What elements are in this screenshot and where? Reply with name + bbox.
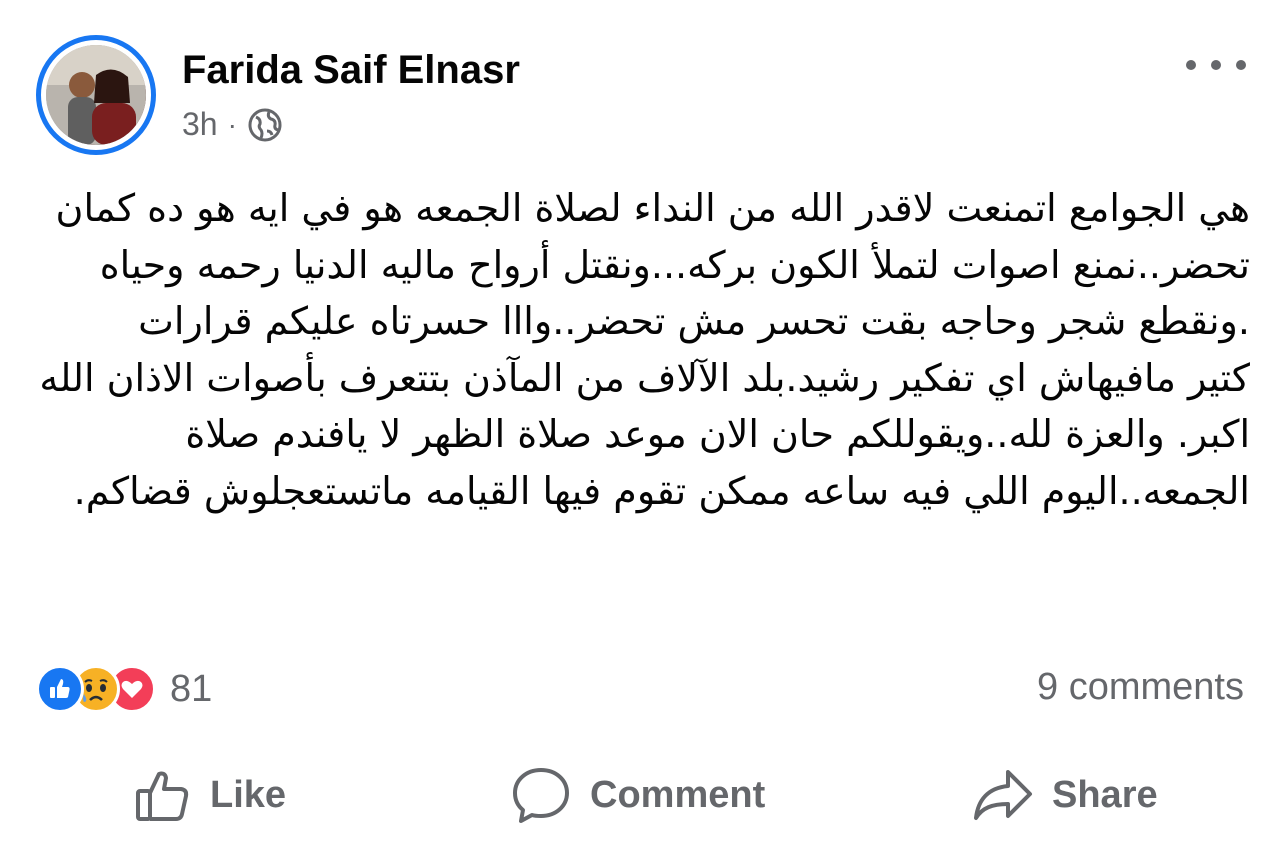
like-label: Like bbox=[210, 773, 287, 816]
post-meta: 3h · bbox=[182, 106, 283, 143]
comment-button[interactable]: Comment bbox=[510, 762, 765, 828]
more-dot bbox=[1236, 60, 1246, 70]
avatar-illustration bbox=[46, 45, 146, 145]
like-reaction-icon bbox=[36, 665, 84, 713]
share-arrow-icon bbox=[974, 770, 1032, 820]
comments-count[interactable]: 9 comments bbox=[1037, 666, 1244, 709]
like-button[interactable]: Like bbox=[134, 762, 286, 828]
more-options-icon[interactable] bbox=[1186, 50, 1246, 80]
meta-separator: · bbox=[227, 108, 237, 140]
more-dot bbox=[1211, 60, 1221, 70]
author-name[interactable]: Farida Saif Elnasr bbox=[182, 48, 520, 93]
avatar-photo bbox=[46, 45, 146, 145]
reactions-summary[interactable]: 81 bbox=[36, 665, 212, 713]
comment-label: Comment bbox=[590, 773, 766, 816]
reaction-count: 81 bbox=[170, 667, 213, 710]
thumbs-up-icon bbox=[136, 771, 189, 821]
facebook-post: Farida Saif Elnasr 3h · هي الجوامع اتمنع… bbox=[0, 0, 1284, 852]
more-dot bbox=[1186, 60, 1196, 70]
post-time[interactable]: 3h bbox=[182, 106, 218, 143]
author-avatar[interactable] bbox=[36, 35, 156, 155]
share-button[interactable]: Share bbox=[972, 762, 1158, 828]
share-label: Share bbox=[1052, 773, 1158, 816]
comment-bubble-icon bbox=[513, 768, 569, 823]
globe-icon[interactable] bbox=[247, 107, 283, 143]
post-text: هي الجوامع اتمنعت لاقدر الله من النداء ل… bbox=[39, 186, 1250, 513]
